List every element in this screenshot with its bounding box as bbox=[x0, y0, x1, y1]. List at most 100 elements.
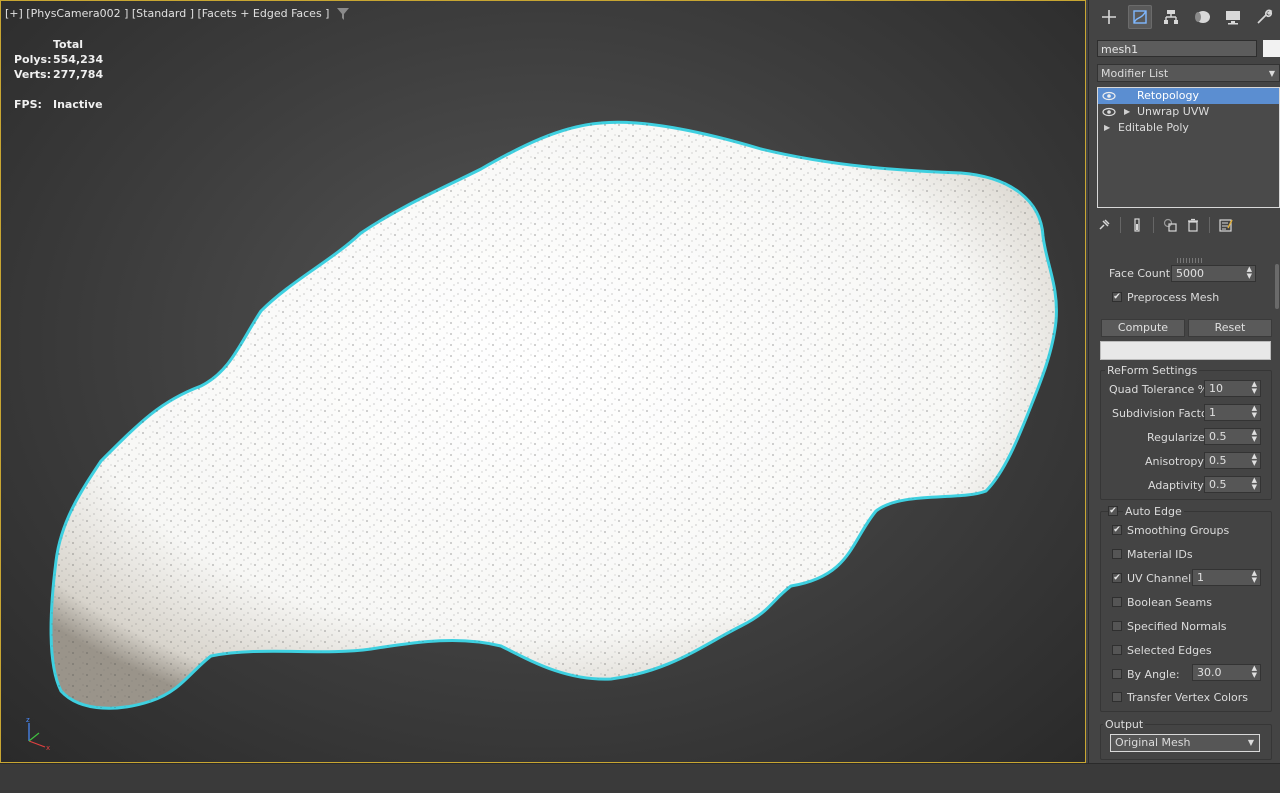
regularize-spinner[interactable]: 0.5 ▲ ▼ bbox=[1204, 428, 1261, 445]
motion-tab[interactable] bbox=[1190, 5, 1214, 29]
adaptivity-value[interactable]: 0.5 bbox=[1209, 478, 1227, 491]
selected-edges-checkbox[interactable] bbox=[1112, 645, 1122, 655]
smoothing-groups-checkbox[interactable]: ✔ bbox=[1112, 525, 1122, 535]
display-tab[interactable] bbox=[1221, 5, 1245, 29]
status-bar bbox=[0, 763, 1280, 793]
regularize-label: Regularize: bbox=[1147, 431, 1209, 444]
uv-channel-value[interactable]: 1 bbox=[1197, 571, 1204, 584]
auto-edge-checkbox[interactable]: ✔ bbox=[1108, 506, 1118, 516]
output-dropdown-value: Original Mesh bbox=[1115, 736, 1191, 749]
anisotropy-spinner[interactable]: 0.5 ▲ ▼ bbox=[1204, 452, 1261, 469]
by-angle-value[interactable]: 30.0 bbox=[1197, 666, 1222, 679]
uv-channel-spinner[interactable]: 1 ▲ ▼ bbox=[1192, 569, 1261, 586]
svg-text:z: z bbox=[26, 716, 30, 724]
display-icon bbox=[1226, 11, 1240, 25]
modifier-stack[interactable]: Retopology ▶ Unwrap UVW ▶ Editable Poly bbox=[1097, 87, 1280, 208]
quad-tolerance-value[interactable]: 10 bbox=[1209, 382, 1223, 395]
face-count-value[interactable]: 5000 bbox=[1176, 267, 1204, 280]
configure-modifier-sets-icon[interactable] bbox=[1219, 218, 1233, 232]
spinner-arrows-icon[interactable]: ▲ ▼ bbox=[1252, 453, 1257, 467]
stack-item-label: Retopology bbox=[1137, 89, 1199, 102]
subdivision-factor-value[interactable]: 1 bbox=[1209, 406, 1216, 419]
smoothing-groups-label: Smoothing Groups bbox=[1127, 524, 1230, 537]
create-tab[interactable] bbox=[1097, 5, 1121, 29]
modify-icon bbox=[1133, 10, 1147, 24]
hierarchy-icon bbox=[1164, 10, 1178, 24]
auto-edge-group bbox=[1100, 511, 1272, 712]
perspective-viewport[interactable]: [+] [PhysCamera002 ] [Standard ] [Facets… bbox=[0, 0, 1086, 763]
progress-bar bbox=[1100, 341, 1271, 360]
mesh-object[interactable] bbox=[1, 1, 1086, 763]
by-angle-spinner[interactable]: 30.0 ▲ ▼ bbox=[1192, 664, 1261, 681]
stack-item-label: Unwrap UVW bbox=[1137, 105, 1210, 118]
object-color-swatch[interactable] bbox=[1263, 40, 1280, 57]
by-angle-label: By Angle: bbox=[1127, 668, 1180, 681]
hierarchy-tab[interactable] bbox=[1159, 5, 1183, 29]
auto-edge-label: Auto Edge bbox=[1123, 505, 1184, 518]
output-dropdown[interactable]: Original Mesh ▼ bbox=[1110, 734, 1260, 752]
transfer-vertex-colors-label: Transfer Vertex Colors bbox=[1127, 691, 1249, 704]
quad-tolerance-label: Quad Tolerance %: bbox=[1109, 383, 1212, 396]
eye-icon[interactable] bbox=[1102, 107, 1116, 117]
spinner-arrows-icon[interactable]: ▲ ▼ bbox=[1252, 477, 1257, 491]
subdivision-factor-label: Subdivision Factor: bbox=[1112, 407, 1216, 420]
spinner-arrows-icon[interactable]: ▲ ▼ bbox=[1252, 405, 1257, 419]
stack-item-unwrap-uvw[interactable]: ▶ Unwrap UVW bbox=[1098, 104, 1279, 120]
stack-toolbar bbox=[1097, 215, 1280, 235]
remove-modifier-icon[interactable] bbox=[1186, 218, 1200, 232]
uv-channel-label: UV Channel: bbox=[1127, 572, 1195, 585]
adaptivity-label: Adaptivity: bbox=[1148, 479, 1207, 492]
regularize-value[interactable]: 0.5 bbox=[1209, 430, 1227, 443]
svg-text:x: x bbox=[46, 744, 50, 752]
show-end-result-icon[interactable] bbox=[1130, 218, 1144, 232]
make-unique-icon[interactable] bbox=[1163, 218, 1177, 232]
spinner-arrows-icon[interactable]: ▲ ▼ bbox=[1252, 381, 1257, 395]
modifier-list-dropdown[interactable]: Modifier List ▼ bbox=[1097, 64, 1280, 82]
preprocess-mesh-label: Preprocess Mesh bbox=[1127, 291, 1220, 304]
reform-settings-title: ReForm Settings bbox=[1105, 364, 1200, 377]
stack-item-editable-poly[interactable]: ▶ Editable Poly bbox=[1098, 120, 1279, 136]
face-count-spinner[interactable]: 5000 ▲ ▼ bbox=[1171, 265, 1256, 282]
dropdown-arrow-icon: ▼ bbox=[1268, 69, 1275, 78]
panel-splitter[interactable] bbox=[1177, 258, 1203, 263]
boolean-seams-checkbox[interactable] bbox=[1112, 597, 1122, 607]
reset-button[interactable]: Reset bbox=[1188, 319, 1272, 337]
quad-tolerance-spinner[interactable]: 10 ▲ ▼ bbox=[1204, 380, 1261, 397]
boolean-seams-label: Boolean Seams bbox=[1127, 596, 1212, 609]
compute-button[interactable]: Compute bbox=[1101, 319, 1185, 337]
utilities-tab[interactable] bbox=[1252, 5, 1276, 29]
stack-item-retopology[interactable]: Retopology bbox=[1098, 88, 1279, 104]
spinner-arrows-icon[interactable]: ▲ ▼ bbox=[1247, 266, 1252, 280]
object-name-field[interactable]: mesh1 bbox=[1097, 40, 1257, 57]
anisotropy-value[interactable]: 0.5 bbox=[1209, 454, 1227, 467]
mesh-wireframe bbox=[51, 122, 1057, 709]
adaptivity-spinner[interactable]: 0.5 ▲ ▼ bbox=[1204, 476, 1261, 493]
uv-channel-checkbox[interactable]: ✔ bbox=[1112, 573, 1122, 583]
command-panel: mesh1 Modifier List ▼ Retopology ▶ Unwra… bbox=[1088, 0, 1280, 763]
dropdown-arrow-icon: ▼ bbox=[1247, 738, 1254, 747]
pin-stack-icon[interactable] bbox=[1097, 218, 1111, 232]
subdivision-factor-spinner[interactable]: 1 ▲ ▼ bbox=[1204, 404, 1261, 421]
transfer-vertex-colors-checkbox[interactable] bbox=[1112, 692, 1122, 702]
eye-icon[interactable] bbox=[1102, 91, 1116, 101]
material-ids-checkbox[interactable] bbox=[1112, 549, 1122, 559]
specified-normals-checkbox[interactable] bbox=[1112, 621, 1122, 631]
create-icon bbox=[1102, 10, 1116, 24]
expand-arrow-icon[interactable]: ▶ bbox=[1104, 120, 1110, 136]
anisotropy-label: Anisotropy: bbox=[1145, 455, 1207, 468]
preprocess-mesh-checkbox[interactable]: ✔ bbox=[1112, 292, 1122, 302]
selected-edges-label: Selected Edges bbox=[1127, 644, 1212, 657]
axis-tripod-icon: z x bbox=[26, 716, 50, 752]
spinner-arrows-icon[interactable]: ▲ ▼ bbox=[1252, 665, 1257, 679]
by-angle-checkbox[interactable] bbox=[1112, 669, 1122, 679]
specified-normals-label: Specified Normals bbox=[1127, 620, 1227, 633]
motion-icon bbox=[1195, 11, 1210, 23]
material-ids-label: Material IDs bbox=[1127, 548, 1193, 561]
rollout-scrollbar[interactable] bbox=[1275, 264, 1279, 309]
spinner-arrows-icon[interactable]: ▲ ▼ bbox=[1252, 570, 1257, 584]
expand-arrow-icon[interactable]: ▶ bbox=[1124, 104, 1130, 120]
utilities-icon bbox=[1257, 9, 1273, 24]
output-title: Output bbox=[1103, 718, 1146, 731]
spinner-arrows-icon[interactable]: ▲ ▼ bbox=[1252, 429, 1257, 443]
modify-tab[interactable] bbox=[1128, 5, 1152, 29]
